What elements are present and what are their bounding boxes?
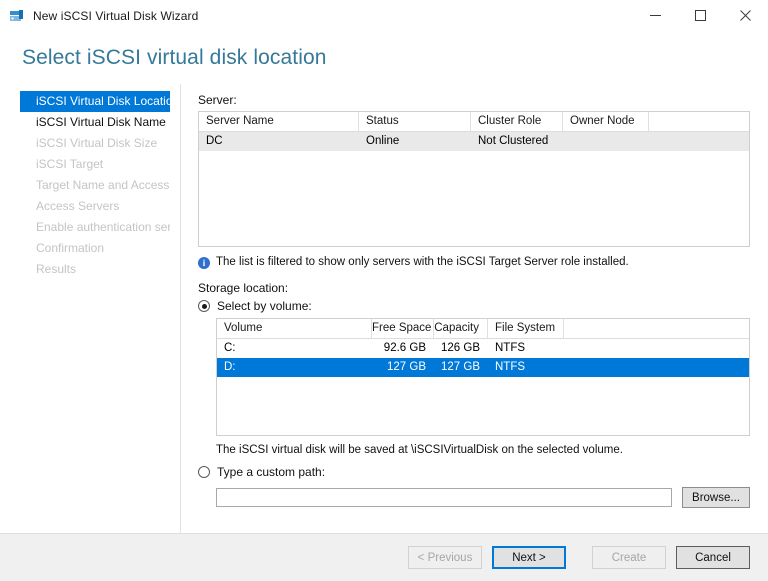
cell-free-space: 92.6 GB <box>383 342 426 354</box>
column-header-volume[interactable]: Volume <box>217 319 372 338</box>
create-button: Create <box>592 546 666 569</box>
browse-button[interactable]: Browse... <box>682 487 750 508</box>
table-row[interactable]: D: 127 GB 127 GB NTFS <box>217 358 749 377</box>
server-table[interactable]: Server Name Status Cluster Role Owner No… <box>198 111 750 247</box>
cell-file-system: NTFS <box>495 342 526 354</box>
column-header-file-system[interactable]: File System <box>488 319 564 338</box>
column-header-capacity[interactable]: Capacity <box>434 319 488 338</box>
minimize-icon[interactable] <box>633 0 678 31</box>
wizard-step-nav: iSCSI Virtual Disk Location iSCSI Virtua… <box>0 84 181 533</box>
previous-button: < Previous <box>408 546 482 569</box>
column-header-status[interactable]: Status <box>359 112 471 131</box>
window-controls <box>633 0 768 31</box>
window-titlebar: New iSCSI Virtual Disk Wizard <box>0 0 768 32</box>
next-button[interactable]: Next > <box>492 546 566 569</box>
volume-table[interactable]: Volume Free Space Capacity File System C… <box>216 318 750 436</box>
cell-volume: D: <box>224 361 236 373</box>
window-title: New iSCSI Virtual Disk Wizard <box>33 8 199 23</box>
cell-capacity: 126 GB <box>441 342 480 354</box>
info-icon: i <box>198 257 210 269</box>
radio-button-icon-volume[interactable] <box>198 300 210 312</box>
table-row[interactable]: DC Online Not Clustered <box>199 132 749 151</box>
column-header-server-name[interactable]: Server Name <box>199 112 359 131</box>
save-location-note: The iSCSI virtual disk will be saved at … <box>216 444 623 456</box>
column-header-owner-node[interactable]: Owner Node <box>563 112 649 131</box>
radio-select-by-volume[interactable]: Select by volume: <box>198 299 750 313</box>
page-title: Select iSCSI virtual disk location <box>22 46 327 69</box>
sidebar-item-iscsi-target: iSCSI Target <box>36 157 104 171</box>
sidebar-item-iscsi-virtual-disk-size: iSCSI Virtual Disk Size <box>36 136 158 150</box>
radio-label-select-by-volume: Select by volume: <box>217 299 312 313</box>
cell-capacity: 127 GB <box>441 361 480 373</box>
sidebar-item-iscsi-virtual-disk-location[interactable]: iSCSI Virtual Disk Location <box>20 91 170 112</box>
iscsi-disk-icon <box>9 8 25 24</box>
filter-info-text: The list is filtered to show only server… <box>216 256 629 268</box>
wizard-footer: < Previous Next > Create Cancel <box>0 533 768 581</box>
sidebar-item-results: Results <box>36 262 77 276</box>
radio-label-custom-path: Type a custom path: <box>217 465 326 479</box>
cell-volume: C: <box>224 342 236 354</box>
close-icon[interactable] <box>723 0 768 31</box>
sidebar-item-enable-authentication: Enable authentication ser... <box>36 220 170 234</box>
wizard-body: iSCSI Virtual Disk Location iSCSI Virtua… <box>0 84 768 533</box>
cancel-button[interactable]: Cancel <box>676 546 750 569</box>
filter-info-message: i The list is filtered to show only serv… <box>198 256 750 269</box>
cell-cluster-role: Not Clustered <box>478 135 549 147</box>
custom-path-input[interactable] <box>216 488 672 507</box>
cell-free-space: 127 GB <box>387 361 426 373</box>
column-header-free-space[interactable]: Free Space <box>372 319 434 338</box>
cell-status: Online <box>366 135 400 147</box>
maximize-icon[interactable] <box>678 0 723 31</box>
page-header: Select iSCSI virtual disk location <box>0 32 768 84</box>
radio-button-icon-custom-path[interactable] <box>198 466 210 478</box>
sidebar-item-access-servers: Access Servers <box>36 199 120 213</box>
sidebar-item-iscsi-virtual-disk-name[interactable]: iSCSI Virtual Disk Name <box>20 112 170 133</box>
cell-file-system: NTFS <box>495 361 526 373</box>
wizard-content: Server: Server Name Status Cluster Role … <box>181 84 768 533</box>
custom-path-row: Browse... <box>216 487 750 508</box>
sidebar-item-confirmation: Confirmation <box>36 241 105 255</box>
column-header-filler <box>649 112 749 131</box>
volume-table-header: Volume Free Space Capacity File System <box>217 319 749 339</box>
cell-server-name: DC <box>206 135 223 147</box>
column-header-cluster-role[interactable]: Cluster Role <box>471 112 563 131</box>
storage-location-label: Storage location: <box>198 281 289 295</box>
table-row[interactable]: C: 92.6 GB 126 GB NTFS <box>217 339 749 358</box>
radio-type-custom-path[interactable]: Type a custom path: <box>198 465 750 479</box>
sidebar-item-target-name-and-access: Target Name and Access <box>36 178 170 192</box>
column-header-filler-2 <box>564 319 749 338</box>
server-label: Server: <box>198 93 237 107</box>
cell-owner-node <box>563 132 649 151</box>
server-table-header: Server Name Status Cluster Role Owner No… <box>199 112 749 132</box>
